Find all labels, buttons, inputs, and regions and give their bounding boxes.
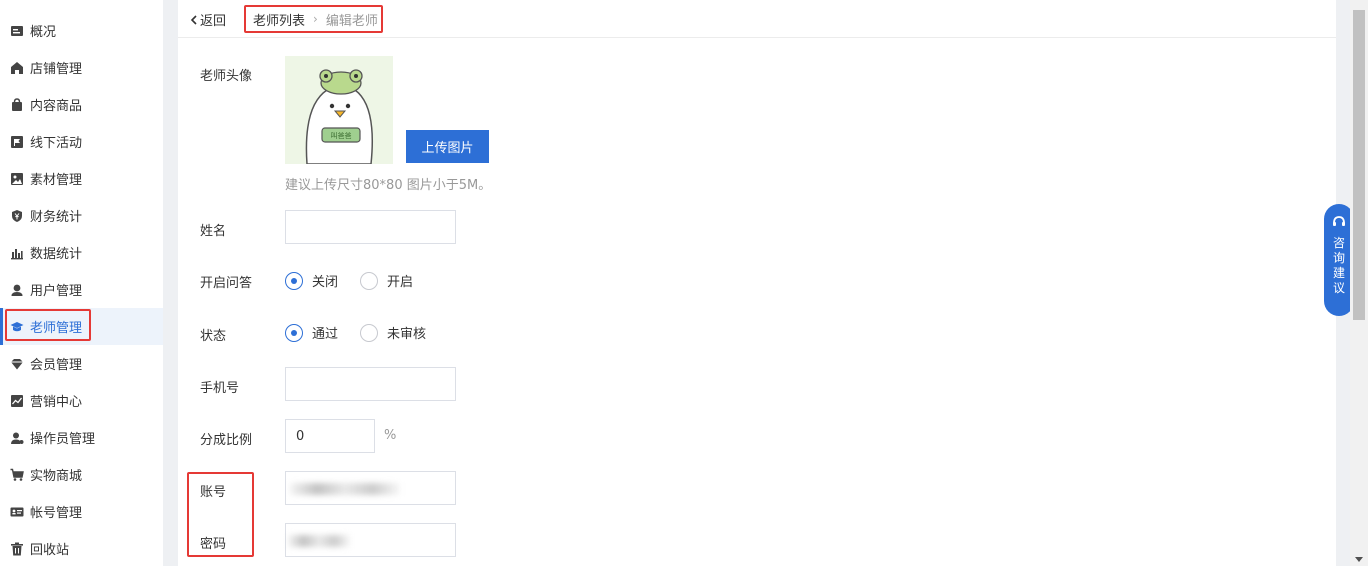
ratio-input[interactable] bbox=[285, 419, 375, 453]
sidebar-item-users[interactable]: 用户管理 bbox=[0, 271, 163, 308]
avatar-image: 叫爸爸 bbox=[285, 56, 393, 164]
upload-image-button[interactable]: 上传图片 bbox=[406, 130, 489, 163]
sidebar-item-label: 数据统计 bbox=[30, 247, 83, 262]
ratio-unit: % bbox=[384, 428, 397, 443]
user-icon bbox=[10, 283, 24, 297]
radio-circle bbox=[360, 323, 378, 342]
graduation-cap-icon bbox=[10, 320, 24, 334]
top-bar: 返回 老师列表 › 编辑老师 bbox=[178, 0, 1336, 38]
sidebar-item-mall[interactable]: 实物商城 bbox=[0, 456, 163, 493]
radio-circle-checked bbox=[285, 271, 303, 290]
trend-icon bbox=[10, 394, 24, 408]
sidebar: 概况 店铺管理 内容商品 线下活动 素材管理 财务统计 数据统计 用户管理 老师… bbox=[0, 0, 163, 566]
diamond-icon bbox=[10, 357, 24, 371]
sidebar-item-marketing[interactable]: 营销中心 bbox=[0, 382, 163, 419]
qa-option-off-label: 关闭 bbox=[312, 275, 339, 290]
breadcrumb: 老师列表 › 编辑老师 bbox=[244, 5, 383, 33]
status-radio-approved[interactable]: 通过 bbox=[285, 323, 338, 342]
name-input[interactable] bbox=[285, 210, 456, 244]
headset-icon bbox=[1333, 216, 1345, 226]
sidebar-item-label: 营销中心 bbox=[30, 395, 83, 410]
status-label: 状态 bbox=[200, 329, 227, 344]
back-label: 返回 bbox=[200, 14, 227, 29]
sidebar-item-material[interactable]: 素材管理 bbox=[0, 160, 163, 197]
ratio-label: 分成比例 bbox=[200, 433, 253, 448]
upload-hint: 建议上传尺寸80*80 图片小于5M。 bbox=[285, 178, 492, 193]
operator-icon bbox=[10, 431, 24, 445]
image-icon bbox=[10, 172, 24, 186]
radio-circle bbox=[360, 271, 378, 290]
sidebar-item-label: 线下活动 bbox=[30, 136, 83, 151]
breadcrumb-teacher-list[interactable]: 老师列表 bbox=[253, 10, 305, 29]
sidebar-item-accounts[interactable]: 帐号管理 bbox=[0, 493, 163, 530]
blurred-password-value bbox=[288, 535, 350, 547]
phone-label: 手机号 bbox=[200, 381, 240, 396]
scrollbar-thumb[interactable] bbox=[1353, 10, 1365, 320]
status-option-approved-label: 通过 bbox=[312, 327, 339, 342]
main-panel: 返回 老师列表 › 编辑老师 老师头像 叫爸爸 上传图片 建议上传尺寸80*80… bbox=[178, 0, 1336, 566]
avatar-label: 老师头像 bbox=[200, 69, 253, 84]
scroll-down-arrow-icon[interactable] bbox=[1355, 557, 1363, 562]
phone-input[interactable] bbox=[285, 367, 456, 401]
status-radio-unreviewed[interactable]: 未审核 bbox=[360, 323, 426, 342]
blurred-account-value bbox=[290, 483, 400, 495]
sidebar-item-overview[interactable]: 概况 bbox=[0, 12, 163, 49]
sidebar-item-label: 实物商城 bbox=[30, 469, 83, 484]
sidebar-item-label: 店铺管理 bbox=[30, 62, 83, 77]
consult-label: 咨询建议 bbox=[1332, 236, 1345, 295]
sidebar-item-content[interactable]: 内容商品 bbox=[0, 86, 163, 123]
sidebar-item-label: 帐号管理 bbox=[30, 506, 83, 521]
radio-circle-checked bbox=[285, 323, 303, 342]
cart-icon bbox=[10, 468, 24, 482]
qa-radio-off[interactable]: 关闭 bbox=[285, 271, 338, 290]
sidebar-item-label: 财务统计 bbox=[30, 210, 83, 225]
teacher-avatar[interactable]: 叫爸爸 bbox=[285, 56, 393, 164]
sidebar-item-teachers[interactable]: 老师管理 bbox=[0, 308, 163, 345]
qa-radio-on[interactable]: 开启 bbox=[360, 271, 413, 290]
store-icon bbox=[10, 61, 24, 75]
overview-icon bbox=[10, 24, 24, 38]
sidebar-item-recycle[interactable]: 回收站 bbox=[0, 530, 163, 566]
breadcrumb-separator: › bbox=[313, 12, 318, 26]
id-card-icon bbox=[10, 505, 24, 519]
status-option-unreviewed-label: 未审核 bbox=[387, 327, 427, 342]
sidebar-item-offline[interactable]: 线下活动 bbox=[0, 123, 163, 160]
account-label: 账号 bbox=[200, 485, 227, 500]
sidebar-item-store[interactable]: 店铺管理 bbox=[0, 49, 163, 86]
account-input[interactable] bbox=[285, 471, 456, 505]
yen-shield-icon bbox=[10, 209, 24, 223]
bag-icon bbox=[10, 97, 24, 112]
scrollbar[interactable] bbox=[1350, 0, 1368, 566]
sidebar-item-members[interactable]: 会员管理 bbox=[0, 345, 163, 382]
sidebar-item-data[interactable]: 数据统计 bbox=[0, 234, 163, 271]
password-input[interactable] bbox=[285, 523, 456, 557]
sidebar-item-label: 概况 bbox=[30, 25, 57, 40]
bar-chart-icon bbox=[10, 246, 24, 260]
sidebar-item-label: 老师管理 bbox=[30, 321, 83, 336]
sidebar-item-label: 回收站 bbox=[30, 543, 70, 558]
sidebar-item-label: 素材管理 bbox=[30, 173, 83, 188]
qa-option-on-label: 开启 bbox=[387, 275, 414, 290]
password-label: 密码 bbox=[200, 537, 227, 552]
sidebar-item-label: 操作员管理 bbox=[30, 432, 96, 447]
back-button[interactable]: 返回 bbox=[190, 10, 226, 29]
avatar-badge-text: 叫爸爸 bbox=[331, 131, 352, 140]
trash-icon bbox=[10, 542, 24, 556]
qa-label: 开启问答 bbox=[200, 276, 253, 291]
flag-icon bbox=[10, 135, 24, 149]
sidebar-item-label: 内容商品 bbox=[30, 99, 83, 114]
name-label: 姓名 bbox=[200, 224, 227, 239]
sidebar-item-label: 用户管理 bbox=[30, 284, 83, 299]
sidebar-item-finance[interactable]: 财务统计 bbox=[0, 197, 163, 234]
chevron-left-icon bbox=[190, 14, 197, 25]
sidebar-item-label: 会员管理 bbox=[30, 358, 83, 373]
sidebar-item-operators[interactable]: 操作员管理 bbox=[0, 419, 163, 456]
breadcrumb-current: 编辑老师 bbox=[325, 13, 378, 29]
